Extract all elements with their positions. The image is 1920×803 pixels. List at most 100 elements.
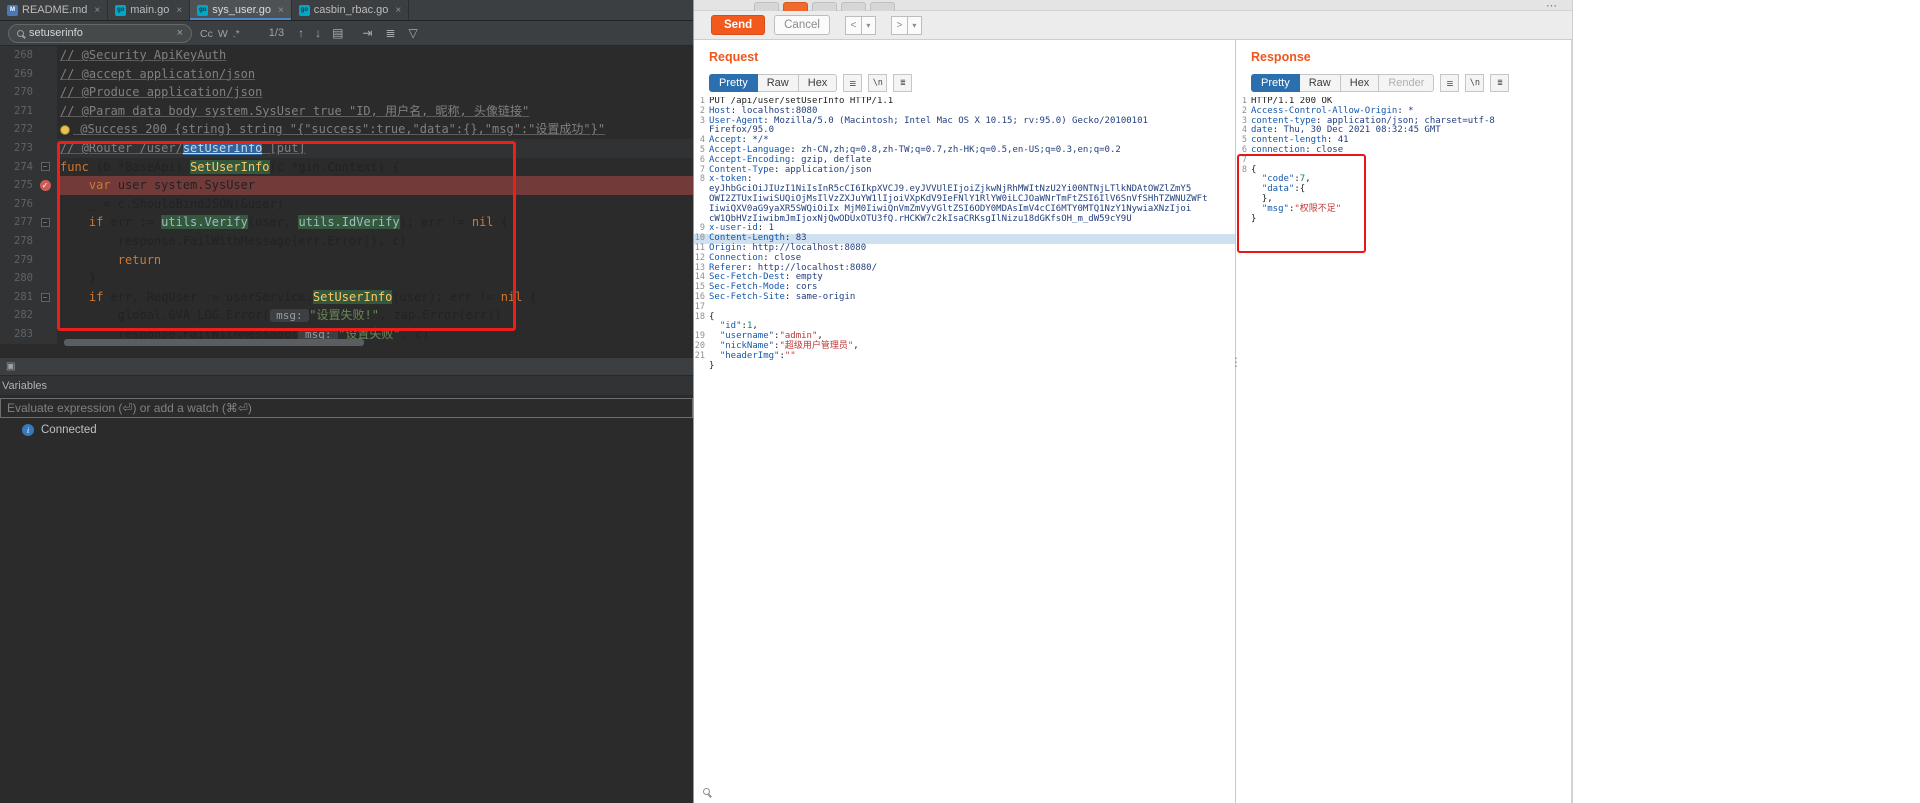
repeater-tab[interactable] — [870, 2, 895, 11]
message-search-icon[interactable] — [703, 788, 710, 795]
http-token: , — [853, 340, 859, 351]
http-token: Accept-Language — [709, 144, 791, 155]
editor-tab-main-go[interactable]: go main.go × — [108, 0, 191, 20]
editor-tab-readme-md[interactable]: M README.md × — [0, 0, 109, 20]
cancel-button[interactable]: Cancel — [774, 15, 830, 35]
open-in-find-window-icon[interactable]: ⇥ — [362, 26, 372, 40]
line-text: User-Agent: Mozilla/5.0 (Macintosh; Inte… — [709, 116, 1148, 127]
intention-bulb-icon[interactable] — [60, 124, 70, 135]
fold-icon[interactable]: − — [40, 292, 50, 302]
response-view-tabs: Pretty Raw Hex Render ≡ \n ≣ — [1251, 74, 1571, 92]
match-case-toggle[interactable]: Cc — [200, 28, 213, 40]
http-token: localhost:8080 — [741, 105, 818, 116]
fold-icon[interactable]: − — [40, 218, 50, 228]
repeater-tab-strip: ⋯ — [694, 0, 1572, 12]
clear-search-icon[interactable]: × — [177, 27, 183, 39]
back-dropdown-icon[interactable]: ▾ — [861, 15, 876, 35]
gutter-marks — [33, 195, 57, 214]
code-line: 277− if err := utils.Verify(user, utils.… — [0, 213, 693, 232]
line-number: 21 — [694, 350, 705, 361]
burp-window: ⋯ Send Cancel < ▾ > ▾ Request Pretty Raw Hex… — [693, 0, 1572, 803]
code-text: response.FailWithMessage(err.Error(), c) — [57, 232, 693, 251]
panel-splitter[interactable]: ⋮ — [1230, 355, 1242, 369]
response-tab-pretty[interactable]: Pretty — [1251, 74, 1300, 92]
http-token: 1 — [768, 223, 775, 234]
select-all-matches-icon[interactable]: ▤ — [332, 26, 343, 40]
request-tab-hex[interactable]: Hex — [797, 74, 838, 92]
debug-empty-area — [0, 442, 693, 803]
next-match-icon[interactable]: ↓ — [315, 26, 321, 40]
request-editor[interactable]: 1 PUT /api/user/setUserInfo HTTP/1.1 2 Host… — [694, 97, 1235, 803]
horizontal-scrollbar[interactable] — [64, 339, 364, 346]
search-options-icon[interactable]: ≣ — [385, 26, 395, 40]
request-tab-pretty[interactable]: Pretty — [709, 74, 758, 92]
code-line: 270 // @Produce application/json — [0, 83, 693, 102]
response-tab-raw[interactable]: Raw — [1298, 74, 1341, 92]
http-token: : — [1305, 144, 1317, 155]
repeater-tab-active[interactable] — [783, 2, 808, 11]
selection-helper-icon[interactable]: ≡ — [843, 74, 863, 92]
code-token: err := — [103, 215, 162, 230]
request-line: cW1QbHVzIiwibmJmIjoxNjQwODUxOTU3fQ.rHCKW… — [694, 214, 1235, 225]
code-token: msg: — [269, 309, 310, 323]
response-editor[interactable]: 1 HTTP/1.1 200 OK 2 Access-Control-Allow-Or… — [1236, 97, 1571, 803]
code-line: 276 _ = c.ShouldBindJSON(&user) — [0, 194, 693, 214]
repeater-tab[interactable] — [812, 2, 837, 11]
response-tab-render: Render — [1378, 74, 1435, 92]
code-lines: 268 // @Security ApiKeyAuth 269 // @accept … — [0, 46, 693, 344]
repeater-tab[interactable] — [841, 2, 866, 11]
editor-menu-icon[interactable]: ≣ — [893, 74, 913, 92]
tab-label: main.go — [130, 4, 170, 16]
http-token: : — [790, 144, 802, 155]
selection-helper-icon[interactable]: ≡ — [1440, 74, 1460, 92]
editor-tab-casbin-rbac-go[interactable]: go casbin_rbac.go × — [292, 0, 410, 20]
fold-icon[interactable]: − — [40, 162, 50, 172]
evaluate-expression-input[interactable] — [0, 398, 693, 418]
tab-close-icon[interactable]: × — [395, 5, 401, 16]
tab-close-icon[interactable]: × — [278, 5, 284, 16]
editor-tab-sys-user-go[interactable]: go sys_user.go × — [190, 0, 292, 20]
debug-tab-variables[interactable]: Variables — [0, 376, 693, 395]
prev-match-icon[interactable]: ↑ — [298, 26, 304, 40]
forward-button[interactable]: > — [890, 15, 908, 35]
code-line: 271 // @Param data body system.SysUser tr… — [0, 101, 693, 121]
http-token: content-length — [1251, 135, 1327, 146]
search-input[interactable]: setuserinfo × — [8, 23, 192, 43]
newline-toggle-icon[interactable]: \n — [868, 74, 888, 92]
newline-toggle-icon[interactable]: \n — [1465, 74, 1485, 92]
response-tab-hex[interactable]: Hex — [1339, 74, 1380, 92]
editor-menu-icon[interactable]: ≣ — [1490, 74, 1510, 92]
regex-toggle[interactable]: .* — [233, 28, 240, 40]
request-tab-raw[interactable]: Raw — [756, 74, 799, 92]
gutter: 270 — [0, 83, 57, 102]
http-token: Connection — [709, 252, 764, 263]
tab-close-icon[interactable]: × — [176, 5, 182, 16]
filter-icon[interactable]: ▽ — [409, 26, 418, 40]
http-token: close — [774, 252, 802, 263]
gutter-marks — [33, 65, 57, 84]
tab-close-icon[interactable]: × — [94, 5, 100, 16]
line-text: "headerImg":"" — [709, 351, 796, 362]
words-toggle[interactable]: W — [218, 28, 228, 40]
variables-label: Variables — [2, 379, 48, 392]
back-button[interactable]: < — [844, 15, 862, 35]
send-button[interactable]: Send — [711, 15, 766, 35]
http-token: Access-Control-Allow-Origin — [1251, 105, 1398, 116]
repeater-tab[interactable] — [754, 2, 779, 11]
line-text: } — [709, 361, 714, 372]
http-token: Firefox/95.0 — [709, 125, 775, 136]
code-editor[interactable]: 268 // @Security ApiKeyAuth 269 // @accept … — [0, 46, 693, 344]
http-token: application/json — [784, 164, 872, 175]
breakpoint-icon[interactable]: ✓ — [39, 179, 51, 191]
gutter-marks — [33, 232, 57, 251]
gutter: 275 ✓ — [0, 176, 57, 195]
code-line: 273 // @Router /user/setUserInfo [put] — [0, 138, 693, 158]
status-text: Connected — [41, 424, 97, 436]
http-token: HTTP/1.1 200 OK — [1251, 97, 1333, 106]
code-text: global.GVA_LOG.Error( msg: "设置失败!", zap.… — [57, 306, 693, 325]
forward-dropdown-icon[interactable]: ▾ — [907, 15, 922, 35]
more-options-icon[interactable]: ⋯ — [1546, 0, 1558, 12]
frames-icon[interactable]: ▣ — [6, 361, 15, 372]
request-line: 17 — [694, 302, 1235, 313]
